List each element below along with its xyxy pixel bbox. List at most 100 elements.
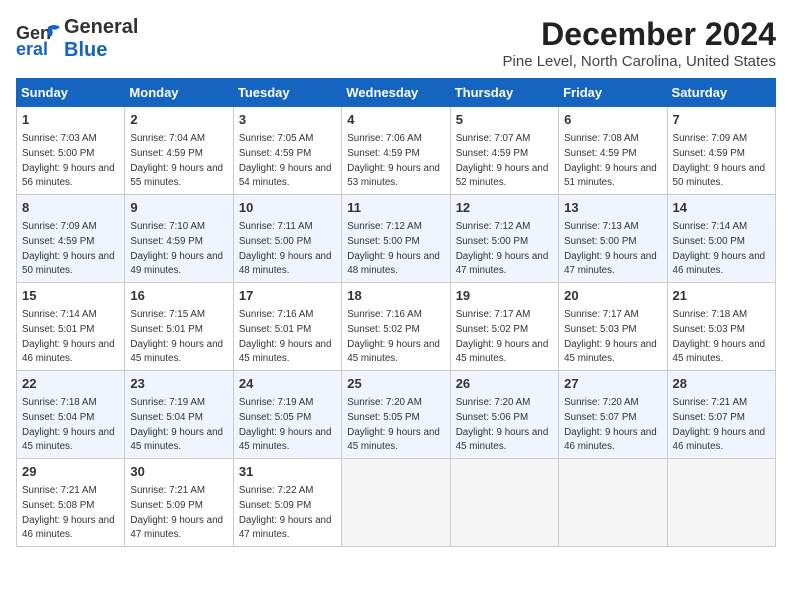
calendar-cell: 22 Sunrise: 7:18 AMSunset: 5:04 PMDayligh… — [17, 371, 125, 459]
calendar-cell: 31Sunrise: 7:22 AMSunset: 5:09 PMDayligh… — [233, 459, 341, 547]
day-info: Sunrise: 7:19 AMSunset: 5:05 PMDaylight:… — [239, 397, 332, 452]
day-info: Sunrise: 7:17 AMSunset: 5:02 PMDaylight:… — [456, 309, 549, 364]
day-number: 23 — [130, 375, 227, 393]
calendar-table: SundayMondayTuesdayWednesdayThursdayFrid… — [16, 78, 776, 547]
day-number: 8 — [22, 199, 119, 217]
day-info: Sunrise: 7:07 AMSunset: 4:59 PMDaylight:… — [456, 133, 549, 188]
day-number: 16 — [130, 287, 227, 305]
calendar-cell: 20 Sunrise: 7:17 AMSunset: 5:03 PMDayligh… — [559, 283, 667, 371]
calendar-cell: 27 Sunrise: 7:20 AMSunset: 5:07 PMDayligh… — [559, 371, 667, 459]
day-number: 28 — [673, 375, 770, 393]
day-number: 29 — [22, 463, 119, 481]
day-number: 18 — [347, 287, 444, 305]
day-info: Sunrise: 7:13 AMSunset: 5:00 PMDaylight:… — [564, 221, 657, 276]
calendar-cell — [667, 459, 775, 547]
day-info: Sunrise: 7:12 AMSunset: 5:00 PMDaylight:… — [456, 221, 549, 276]
day-number: 12 — [456, 199, 553, 217]
calendar-cell: 13 Sunrise: 7:13 AMSunset: 5:00 PMDayligh… — [559, 195, 667, 283]
day-number: 13 — [564, 199, 661, 217]
weekday-header-thursday: Thursday — [450, 79, 558, 107]
calendar-cell: 16Sunrise: 7:15 AMSunset: 5:01 PMDayligh… — [125, 283, 233, 371]
day-number: 5 — [456, 111, 553, 129]
day-info: Sunrise: 7:19 AMSunset: 5:04 PMDaylight:… — [130, 397, 223, 452]
calendar-cell: 24 Sunrise: 7:19 AMSunset: 5:05 PMDayligh… — [233, 371, 341, 459]
calendar-cell: 12 Sunrise: 7:12 AMSunset: 5:00 PMDayligh… — [450, 195, 558, 283]
day-info: Sunrise: 7:17 AMSunset: 5:03 PMDaylight:… — [564, 309, 657, 364]
day-info: Sunrise: 7:11 AMSunset: 5:00 PMDaylight:… — [239, 221, 332, 276]
calendar-cell: 19Sunrise: 7:17 AMSunset: 5:02 PMDayligh… — [450, 283, 558, 371]
calendar-cell: 28 Sunrise: 7:21 AMSunset: 5:07 PMDayligh… — [667, 371, 775, 459]
day-number: 11 — [347, 199, 444, 217]
day-info: Sunrise: 7:18 AMSunset: 5:04 PMDaylight:… — [22, 397, 115, 452]
weekday-header-saturday: Saturday — [667, 79, 775, 107]
calendar-cell: 15Sunrise: 7:14 AMSunset: 5:01 PMDayligh… — [17, 283, 125, 371]
day-number: 2 — [130, 111, 227, 129]
month-title: December 2024 — [503, 16, 776, 53]
day-info: Sunrise: 7:14 AMSunset: 5:00 PMDaylight:… — [673, 221, 766, 276]
title-area: December 2024 Pine Level, North Carolina… — [503, 16, 776, 70]
day-number: 30 — [130, 463, 227, 481]
calendar-cell: 6Sunrise: 7:08 AMSunset: 4:59 PMDaylight… — [559, 107, 667, 195]
day-number: 10 — [239, 199, 336, 217]
calendar-cell — [342, 459, 450, 547]
calendar-cell: 5 Sunrise: 7:07 AMSunset: 4:59 PMDaylight… — [450, 107, 558, 195]
week-row-4: 22 Sunrise: 7:18 AMSunset: 5:04 PMDayligh… — [17, 371, 776, 459]
day-number: 6 — [564, 111, 661, 129]
weekday-header-wednesday: Wednesday — [342, 79, 450, 107]
day-info: Sunrise: 7:10 AMSunset: 4:59 PMDaylight:… — [130, 221, 223, 276]
day-number: 26 — [456, 375, 553, 393]
day-number: 24 — [239, 375, 336, 393]
day-info: Sunrise: 7:20 AMSunset: 5:07 PMDaylight:… — [564, 397, 657, 452]
calendar-cell: 10 Sunrise: 7:11 AMSunset: 5:00 PMDayligh… — [233, 195, 341, 283]
week-row-1: 1 Sunrise: 7:03 AMSunset: 5:00 PMDaylight… — [17, 107, 776, 195]
calendar-cell: 17 Sunrise: 7:16 AMSunset: 5:01 PMDayligh… — [233, 283, 341, 371]
day-number: 3 — [239, 111, 336, 129]
day-info: Sunrise: 7:18 AMSunset: 5:03 PMDaylight:… — [673, 309, 766, 364]
weekday-header-monday: Monday — [125, 79, 233, 107]
calendar-cell — [450, 459, 558, 547]
calendar-cell: 30 Sunrise: 7:21 AMSunset: 5:09 PMDayligh… — [125, 459, 233, 547]
day-number: 14 — [673, 199, 770, 217]
week-row-5: 29 Sunrise: 7:21 AMSunset: 5:08 PMDayligh… — [17, 459, 776, 547]
day-info: Sunrise: 7:21 AMSunset: 5:08 PMDaylight:… — [22, 485, 115, 540]
day-info: Sunrise: 7:12 AMSunset: 5:00 PMDaylight:… — [347, 221, 440, 276]
calendar-cell: 7Sunrise: 7:09 AMSunset: 4:59 PMDaylight… — [667, 107, 775, 195]
calendar-cell: 1 Sunrise: 7:03 AMSunset: 5:00 PMDaylight… — [17, 107, 125, 195]
day-info: Sunrise: 7:16 AMSunset: 5:01 PMDaylight:… — [239, 309, 332, 364]
day-info: Sunrise: 7:06 AMSunset: 4:59 PMDaylight:… — [347, 133, 440, 188]
day-info: Sunrise: 7:20 AMSunset: 5:06 PMDaylight:… — [456, 397, 549, 452]
calendar-cell: 18 Sunrise: 7:16 AMSunset: 5:02 PMDayligh… — [342, 283, 450, 371]
week-row-3: 15Sunrise: 7:14 AMSunset: 5:01 PMDayligh… — [17, 283, 776, 371]
week-row-2: 8Sunrise: 7:09 AMSunset: 4:59 PMDaylight… — [17, 195, 776, 283]
day-info: Sunrise: 7:21 AMSunset: 5:09 PMDaylight:… — [130, 485, 223, 540]
calendar-cell: 23 Sunrise: 7:19 AMSunset: 5:04 PMDayligh… — [125, 371, 233, 459]
calendar-cell — [559, 459, 667, 547]
day-number: 1 — [22, 111, 119, 129]
logo: Gen eral General Blue — [16, 16, 138, 62]
day-number: 20 — [564, 287, 661, 305]
weekday-header-tuesday: Tuesday — [233, 79, 341, 107]
day-number: 7 — [673, 111, 770, 129]
location: Pine Level, North Carolina, United State… — [503, 53, 776, 70]
calendar-cell: 26 Sunrise: 7:20 AMSunset: 5:06 PMDayligh… — [450, 371, 558, 459]
weekday-header-row: SundayMondayTuesdayWednesdayThursdayFrid… — [17, 79, 776, 107]
day-info: Sunrise: 7:04 AMSunset: 4:59 PMDaylight:… — [130, 133, 223, 188]
calendar-cell: 4Sunrise: 7:06 AMSunset: 4:59 PMDaylight… — [342, 107, 450, 195]
calendar-cell: 8Sunrise: 7:09 AMSunset: 4:59 PMDaylight… — [17, 195, 125, 283]
calendar-cell: 3 Sunrise: 7:05 AMSunset: 4:59 PMDaylight… — [233, 107, 341, 195]
day-info: Sunrise: 7:21 AMSunset: 5:07 PMDaylight:… — [673, 397, 766, 452]
day-info: Sunrise: 7:03 AMSunset: 5:00 PMDaylight:… — [22, 133, 115, 188]
day-info: Sunrise: 7:14 AMSunset: 5:01 PMDaylight:… — [22, 309, 115, 364]
calendar-cell: 25Sunrise: 7:20 AMSunset: 5:05 PMDayligh… — [342, 371, 450, 459]
weekday-header-sunday: Sunday — [17, 79, 125, 107]
day-number: 22 — [22, 375, 119, 393]
svg-text:eral: eral — [16, 39, 48, 59]
logo-blue: Blue — [64, 39, 138, 62]
day-info: Sunrise: 7:05 AMSunset: 4:59 PMDaylight:… — [239, 133, 332, 188]
day-number: 31 — [239, 463, 336, 481]
day-info: Sunrise: 7:16 AMSunset: 5:02 PMDaylight:… — [347, 309, 440, 364]
day-number: 9 — [130, 199, 227, 217]
day-number: 17 — [239, 287, 336, 305]
logo-general: General — [64, 16, 138, 39]
day-number: 27 — [564, 375, 661, 393]
